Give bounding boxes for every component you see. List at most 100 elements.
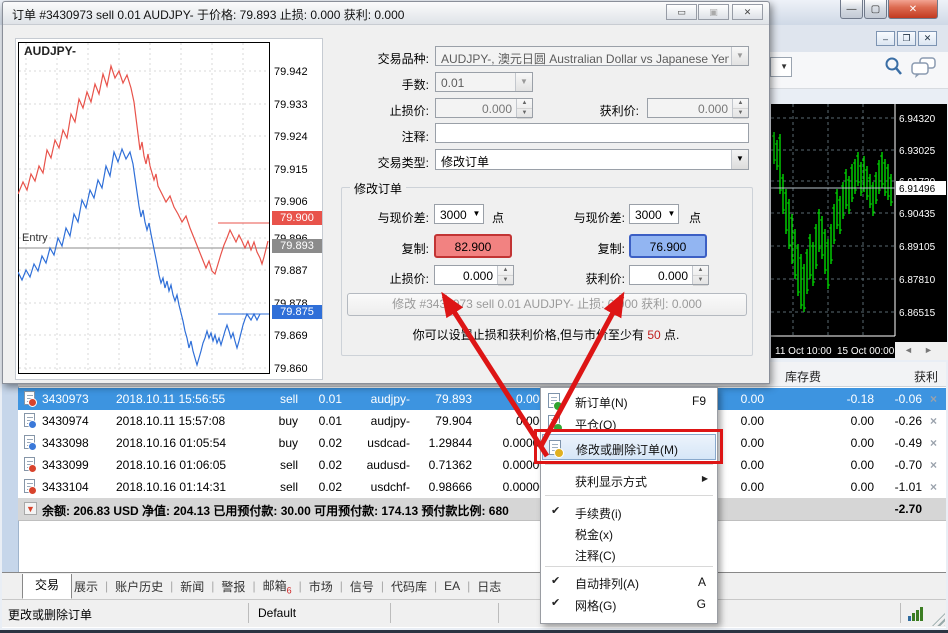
order-swap: -0.18 bbox=[818, 392, 874, 406]
order-commission: 0.00 bbox=[718, 480, 764, 494]
price-tick: 79.933 bbox=[274, 99, 308, 111]
scroll-right-icon[interactable]: ► bbox=[924, 345, 933, 355]
menu-item-taxes[interactable]: 税金(x) bbox=[542, 522, 716, 544]
order-row[interactable]: 3430974 2018.10.11 15:57:08 buy 0.01 aud… bbox=[18, 410, 946, 433]
check-icon: ✔ bbox=[551, 574, 560, 587]
points-label-left: 点 bbox=[492, 209, 504, 226]
column-header-swap[interactable]: 库存费 bbox=[785, 368, 821, 385]
spin-up-icon[interactable]: ▲ bbox=[498, 266, 513, 276]
order-time: 2018.10.16 01:14:31 bbox=[116, 480, 226, 494]
chart-restore-button[interactable]: ❐ bbox=[897, 31, 916, 46]
column-header-profit[interactable]: 获利 bbox=[914, 368, 938, 385]
close-position-icon[interactable]: × bbox=[930, 414, 937, 428]
order-lots: 0.01 bbox=[308, 414, 342, 428]
order-row[interactable]: 3433098 2018.10.16 01:05:54 buy 0.02 usd… bbox=[18, 432, 946, 455]
window-close-button[interactable]: ✕ bbox=[888, 0, 938, 19]
close-position-icon[interactable]: × bbox=[930, 392, 937, 406]
menu-item-profit-display[interactable]: 获利显示方式 ▶ bbox=[542, 469, 716, 491]
copy-tp-button[interactable]: 76.900 bbox=[629, 234, 707, 258]
order-row-selected[interactable]: 3430973 2018.10.11 15:56:55 sell 0.01 au… bbox=[18, 388, 946, 410]
price-tick: 79.942 bbox=[274, 66, 308, 78]
spin-down-icon[interactable]: ▼ bbox=[498, 276, 513, 286]
order-lots: 0.02 bbox=[308, 436, 342, 450]
dialog-close-button[interactable]: ✕ bbox=[732, 4, 763, 20]
menu-shortcut: A bbox=[698, 575, 706, 589]
order-profit: -0.49 bbox=[872, 436, 922, 450]
spin-down-icon: ▼ bbox=[517, 109, 532, 119]
close-icon: ✕ bbox=[909, 4, 917, 15]
status-profile[interactable]: Default bbox=[258, 606, 296, 620]
menu-item-commissions[interactable]: ✔ 手续费(i) bbox=[542, 501, 716, 523]
tab-trade[interactable]: 交易 bbox=[22, 574, 72, 599]
copy-sl-value: 82.900 bbox=[455, 240, 492, 254]
symbol-value: AUDJPY-, 澳元日圆 Australian Dollar vs Japan… bbox=[441, 50, 729, 67]
close-position-icon[interactable]: × bbox=[930, 480, 937, 494]
mdi-price-chart[interactable]: 6.943206.930256.917306.914966.904356.891… bbox=[771, 104, 947, 358]
order-sl: 0.000 bbox=[488, 392, 546, 406]
modify-sl-spinner[interactable]: 0.000 ▲▼ bbox=[434, 265, 514, 285]
order-commission: 0.00 bbox=[718, 392, 764, 406]
chart-minimize-button[interactable]: – bbox=[876, 31, 895, 46]
menu-item-label: 税金(x) bbox=[575, 526, 613, 543]
menu-item-auto-arrange[interactable]: ✔ 自动排列(A) A bbox=[542, 571, 716, 593]
chart-hscrollbar[interactable]: ◄ ► bbox=[896, 344, 948, 360]
zoom-icon[interactable] bbox=[884, 56, 904, 78]
close-position-icon[interactable]: × bbox=[930, 436, 937, 450]
tab-journal[interactable]: 日志 bbox=[477, 578, 501, 595]
order-lots: 0.02 bbox=[308, 458, 342, 472]
tab-account-history[interactable]: 账户历史 bbox=[115, 578, 163, 595]
resize-grip[interactable] bbox=[932, 613, 945, 626]
terminal-side-strip[interactable]: 终端 bbox=[2, 364, 19, 598]
window-maximize-button[interactable]: ▢ bbox=[864, 0, 887, 19]
dialog-minimize-button[interactable]: ▭ bbox=[666, 4, 697, 20]
spin-up-icon: ▲ bbox=[517, 99, 532, 109]
copy-sl-button[interactable]: 82.900 bbox=[434, 234, 512, 258]
balance-summary: 余额: 206.83 USD 净值: 204.13 已用预付款: 30.00 可… bbox=[42, 502, 509, 519]
tab-alerts[interactable]: 警报 bbox=[221, 578, 245, 595]
order-type: buy bbox=[238, 414, 298, 428]
diff-combobox-left[interactable]: 3000 ▼ bbox=[434, 204, 484, 224]
order-id: 3433099 bbox=[42, 458, 89, 472]
tab-market[interactable]: 市场 bbox=[309, 578, 333, 595]
menu-item-comments[interactable]: 注释(C) bbox=[542, 543, 716, 565]
modify-tp-spinner[interactable]: 0.000 ▲▼ bbox=[629, 265, 709, 285]
svg-text:6.87810: 6.87810 bbox=[899, 275, 936, 286]
order-type-combobox[interactable]: 修改订单 ▼ bbox=[435, 149, 749, 170]
order-symbol: audusd- bbox=[352, 458, 410, 472]
balance-arrow-icon[interactable]: ▼ bbox=[24, 502, 37, 515]
tab-news[interactable]: 新闻 bbox=[180, 578, 204, 595]
period-combobox[interactable]: ▼ bbox=[770, 57, 792, 77]
tab-experts[interactable]: EA bbox=[444, 579, 460, 593]
close-position-icon[interactable]: × bbox=[930, 458, 937, 472]
tab-mailbox-label: 邮箱 bbox=[263, 579, 287, 593]
sl-value: 0.000 bbox=[482, 102, 512, 116]
order-row[interactable]: 3433104 2018.10.16 01:14:31 sell 0.02 us… bbox=[18, 476, 946, 499]
dialog-maximize-button[interactable]: ▣ bbox=[698, 4, 729, 20]
modify-order-button[interactable]: 修改 #3430973 sell 0.01 AUDJPY- 止损: 0.000 … bbox=[347, 293, 747, 316]
bid-price-badge: 79.875 bbox=[272, 305, 322, 319]
order-buy-icon bbox=[24, 413, 35, 427]
spin-down-icon[interactable]: ▼ bbox=[693, 276, 708, 286]
order-sl: 0.00000 bbox=[488, 480, 546, 494]
order-type: sell bbox=[238, 458, 298, 472]
tab-exposure[interactable]: 展示 bbox=[74, 578, 98, 595]
window-minimize-button[interactable]: — bbox=[840, 0, 863, 19]
order-row[interactable]: 3433099 2018.10.16 01:06:05 sell 0.02 au… bbox=[18, 454, 946, 477]
scroll-left-icon[interactable]: ◄ bbox=[904, 345, 913, 355]
chart-close-button[interactable]: ✕ bbox=[918, 31, 937, 46]
tab-signals[interactable]: 信号 bbox=[350, 578, 374, 595]
order-commission: 0.00 bbox=[718, 414, 764, 428]
diff-combobox-right[interactable]: 3000 ▼ bbox=[629, 204, 679, 224]
menu-item-new-order[interactable]: 新订单(N) F9 bbox=[542, 390, 716, 412]
svg-text:6.91496: 6.91496 bbox=[899, 184, 936, 195]
order-symbol: audjpy- bbox=[352, 414, 410, 428]
menu-item-grid[interactable]: ✔ 网格(G) G bbox=[542, 593, 716, 615]
hint-text: 你可以设置止损和获利价格,但与市价至少有 bbox=[413, 328, 648, 342]
spin-up-icon[interactable]: ▲ bbox=[693, 266, 708, 276]
chat-icon[interactable] bbox=[910, 56, 938, 78]
tab-code-base[interactable]: 代码库 bbox=[391, 578, 427, 595]
comment-input[interactable] bbox=[435, 123, 749, 143]
order-time: 2018.10.16 01:05:54 bbox=[116, 436, 226, 450]
dialog-titlebar[interactable]: 订单 #3430973 sell 0.01 AUDJPY- 于价格: 79.89… bbox=[3, 2, 769, 25]
tab-mailbox[interactable]: 邮箱6 bbox=[263, 577, 292, 595]
